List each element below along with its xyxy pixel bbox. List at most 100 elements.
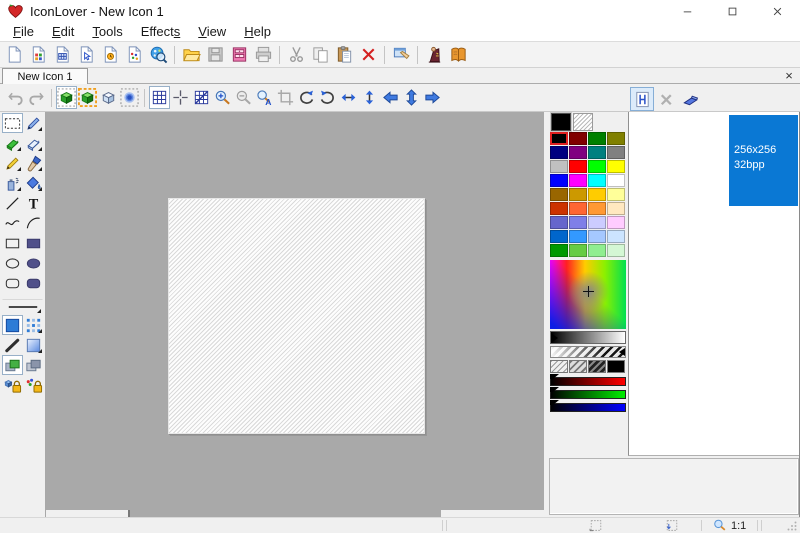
- flip-vertical-button[interactable]: [359, 86, 380, 109]
- palette-color-swatch[interactable]: [607, 188, 625, 201]
- customize-button[interactable]: [389, 43, 413, 67]
- canvas-area[interactable]: [46, 112, 544, 510]
- delete-frame-button[interactable]: [654, 87, 678, 111]
- new-icon-button[interactable]: [26, 43, 50, 67]
- delete-button[interactable]: [356, 43, 380, 67]
- line-width-button[interactable]: [2, 299, 43, 315]
- lock-transparency-button[interactable]: [2, 375, 23, 395]
- library-button[interactable]: [227, 43, 251, 67]
- palette-color-swatch[interactable]: [569, 230, 587, 243]
- palette-color-swatch[interactable]: [550, 202, 568, 215]
- new-file-button[interactable]: [2, 43, 26, 67]
- eraser-color-button[interactable]: [2, 133, 23, 153]
- menu-help[interactable]: Help: [235, 24, 280, 39]
- background-color-swatch[interactable]: [573, 113, 593, 131]
- selection-size-icon[interactable]: [588, 518, 604, 533]
- normal-mode-button[interactable]: [56, 86, 77, 109]
- select-rect-button[interactable]: [2, 113, 23, 133]
- palette-color-swatch[interactable]: [607, 216, 625, 229]
- new-library-button[interactable]: [50, 43, 74, 67]
- find-icons-button[interactable]: [146, 43, 170, 67]
- swap-colors-icon[interactable]: [611, 113, 628, 130]
- color-picker-gradient[interactable]: [550, 260, 626, 329]
- pen-button[interactable]: [23, 113, 44, 133]
- print-button[interactable]: [251, 43, 275, 67]
- luminance-marker-icon[interactable]: [551, 333, 558, 343]
- palette-color-swatch[interactable]: [607, 202, 625, 215]
- grid-button[interactable]: [149, 86, 170, 109]
- palette-color-swatch[interactable]: [550, 244, 568, 257]
- text-button[interactable]: T: [23, 193, 44, 213]
- rounded-rectangle-button[interactable]: [2, 273, 23, 293]
- rotate-left-button[interactable]: [296, 86, 317, 109]
- 3d-mode-button[interactable]: [98, 86, 119, 109]
- ellipse-filled-button[interactable]: [23, 253, 44, 273]
- palette-color-swatch[interactable]: [550, 216, 568, 229]
- menu-view[interactable]: View: [189, 24, 235, 39]
- palette-color-swatch[interactable]: [607, 230, 625, 243]
- dither-button[interactable]: [23, 315, 44, 335]
- curve-button[interactable]: [2, 213, 23, 233]
- zoom-out-button[interactable]: [233, 86, 254, 109]
- palette-color-swatch[interactable]: [588, 188, 606, 201]
- smooth-mode-button[interactable]: [119, 86, 140, 109]
- redo-button[interactable]: [26, 86, 47, 109]
- spray-button[interactable]: [2, 173, 23, 193]
- luminance-slider[interactable]: [550, 331, 626, 344]
- palette-color-swatch[interactable]: [569, 244, 587, 257]
- copy-button[interactable]: [308, 43, 332, 67]
- help-book-button[interactable]: [446, 43, 470, 67]
- hatch-light-pattern-swatch[interactable]: [550, 360, 568, 373]
- zoom-in-button[interactable]: [212, 86, 233, 109]
- undo-button[interactable]: [5, 86, 26, 109]
- foreground-color-swatch[interactable]: [551, 113, 571, 131]
- fill-button[interactable]: [23, 173, 44, 193]
- pencil-button[interactable]: [2, 153, 23, 173]
- tab-close-icon[interactable]: ×: [781, 68, 797, 83]
- paste-shape-alt-button[interactable]: [23, 355, 44, 375]
- palette-color-swatch[interactable]: [569, 132, 587, 145]
- palette-color-swatch[interactable]: [569, 188, 587, 201]
- palette-color-swatch[interactable]: [588, 230, 606, 243]
- gradient-fill-button[interactable]: [23, 335, 44, 355]
- flip-horizontal-button[interactable]: [338, 86, 359, 109]
- paste-button[interactable]: [332, 43, 356, 67]
- wizard-button[interactable]: [422, 43, 446, 67]
- palette-color-swatch[interactable]: [550, 188, 568, 201]
- palette-color-swatch[interactable]: [607, 244, 625, 257]
- cut-button[interactable]: [284, 43, 308, 67]
- image-list-item-selected[interactable]: 256x256 32bpp: [729, 115, 798, 206]
- add-frame-button[interactable]: [630, 87, 654, 111]
- fgbg-indicator-icon[interactable]: [594, 113, 611, 130]
- menu-file[interactable]: File: [4, 24, 43, 39]
- extract-icons-button[interactable]: [74, 43, 98, 67]
- cursor-position-icon[interactable]: [664, 518, 680, 533]
- rectangle-filled-button[interactable]: [23, 233, 44, 253]
- solid-color-button[interactable]: [2, 315, 23, 335]
- palette-color-swatch[interactable]: [550, 132, 568, 145]
- smooth-line-button[interactable]: [2, 335, 23, 355]
- palette-color-swatch[interactable]: [550, 146, 568, 159]
- green-slider[interactable]: [550, 390, 626, 399]
- grid-split-button[interactable]: [191, 86, 212, 109]
- palette-color-swatch[interactable]: [588, 146, 606, 159]
- palette-color-swatch[interactable]: [607, 132, 625, 145]
- ellipse-button[interactable]: [2, 253, 23, 273]
- tab-new-icon-1[interactable]: New Icon 1: [2, 68, 88, 84]
- red-slider[interactable]: [550, 377, 626, 386]
- lock-colors-button[interactable]: [23, 375, 44, 395]
- zoom-actual-button[interactable]: A: [254, 86, 275, 109]
- menu-effects[interactable]: Effects: [132, 24, 190, 39]
- rotate-right-button[interactable]: [317, 86, 338, 109]
- new-cursor-button[interactable]: [98, 43, 122, 67]
- palette-color-swatch[interactable]: [588, 202, 606, 215]
- palette-color-swatch[interactable]: [550, 230, 568, 243]
- menu-tools[interactable]: Tools: [83, 24, 131, 39]
- clear-frame-button[interactable]: [678, 87, 702, 111]
- palette-color-swatch[interactable]: [588, 160, 606, 173]
- rounded-rectangle-filled-button[interactable]: [23, 273, 44, 293]
- hatch-dark-pattern-swatch[interactable]: [588, 360, 606, 373]
- pixel-cursor-button[interactable]: [170, 86, 191, 109]
- blue-slider-marker-icon[interactable]: [550, 400, 559, 405]
- blue-slider[interactable]: [550, 403, 626, 412]
